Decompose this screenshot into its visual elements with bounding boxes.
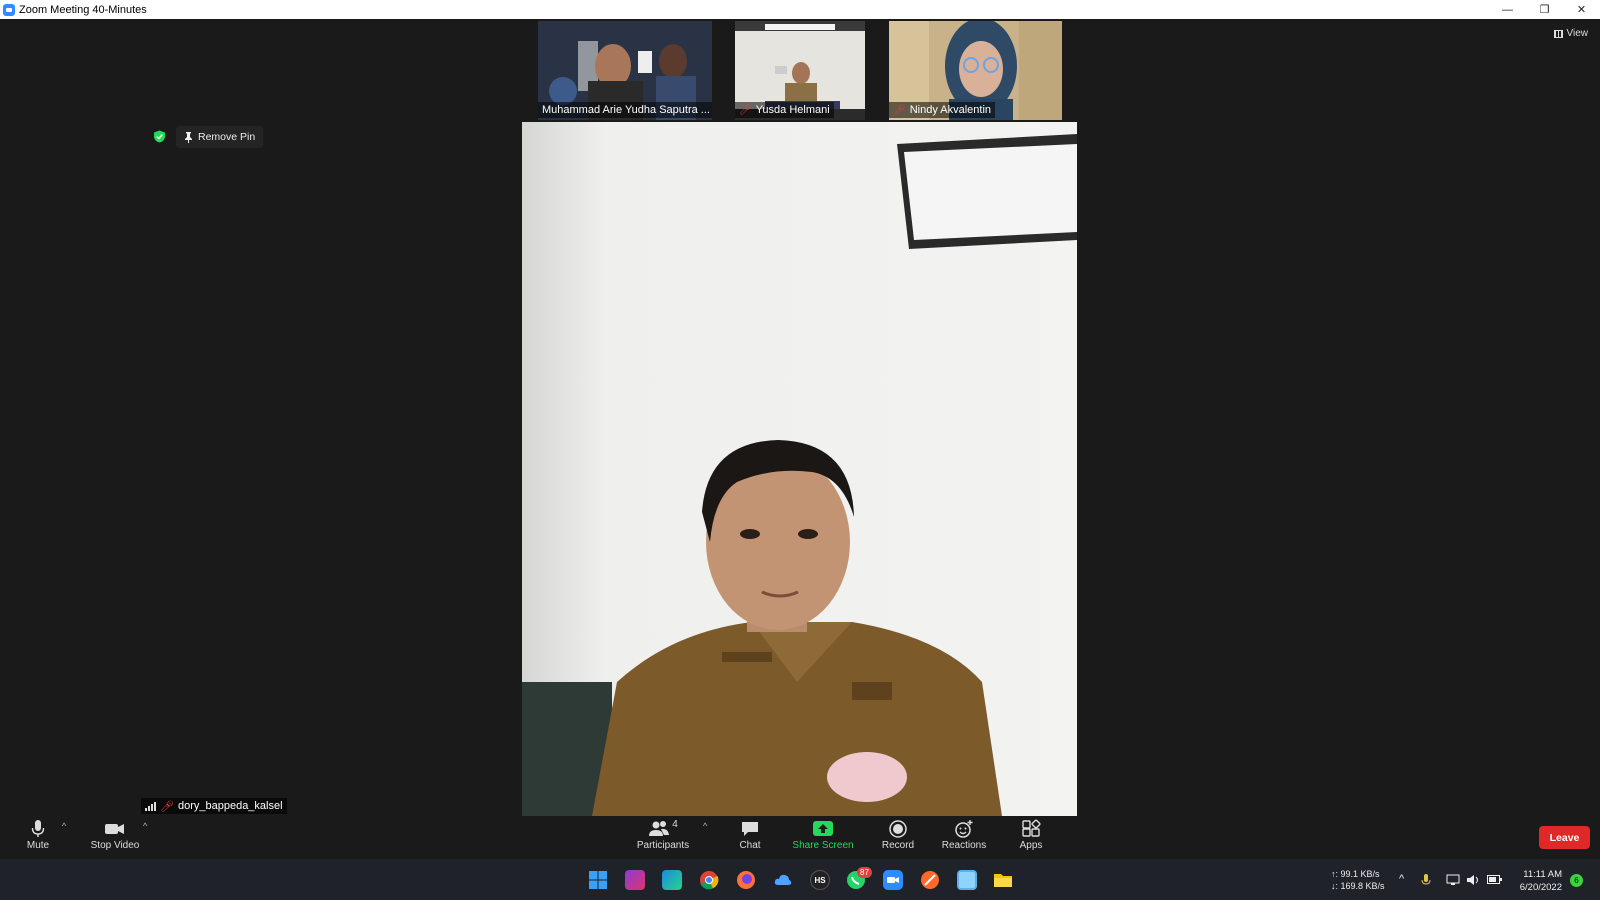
restore-button[interactable]: ❐	[1526, 0, 1563, 19]
whatsapp-badge: 87	[857, 867, 872, 878]
zoom-app-icon	[3, 3, 15, 16]
image-viewer-icon[interactable]	[957, 870, 977, 890]
remove-pin-label: Remove Pin	[198, 131, 256, 143]
participant-name-label: 🎤︎ Nindy Akvalentin	[889, 102, 996, 118]
mute-label: Mute	[26, 840, 50, 851]
self-view-label: 🎤︎ dory_bappeda_kalsel	[141, 798, 287, 814]
share-screen-icon	[813, 821, 833, 836]
mic-muted-icon: 🎤︎	[739, 104, 752, 116]
grid-icon	[1553, 29, 1563, 38]
participants-count: 4	[672, 819, 678, 830]
windows-taskbar: HS 87 ↑: 99.1 KB/s ↓: 169.8 KB/s ^ 11:11…	[0, 859, 1600, 900]
microphone-icon	[31, 820, 45, 837]
cloud-app-icon[interactable]	[773, 870, 793, 890]
participant-tile-3[interactable]: 🎤︎ Nindy Akvalentin	[889, 21, 1062, 120]
webstorm-icon[interactable]	[662, 870, 682, 890]
reactions-icon	[955, 820, 973, 838]
audio-options-caret[interactable]: ^	[62, 821, 66, 831]
stop-video-label: Stop Video	[90, 840, 140, 851]
notification-badge[interactable]: 6	[1570, 874, 1583, 887]
firefox-icon[interactable]	[736, 870, 756, 890]
record-label: Record	[881, 840, 915, 851]
participant-name-label: 🎤︎ Yusda Helmani	[735, 102, 834, 118]
zoom-icon[interactable]	[883, 870, 903, 890]
share-screen-button[interactable]: Share Screen	[788, 819, 858, 851]
self-name: dory_bappeda_kalsel	[177, 800, 283, 812]
record-icon	[889, 820, 907, 838]
file-explorer-icon[interactable]	[993, 870, 1013, 890]
apps-button[interactable]: Apps	[996, 819, 1066, 851]
meeting-toolbar: Mute ^ Stop Video ^ 4 Participants ^ Cha…	[0, 817, 1600, 859]
participant-name: Yusda Helmani	[755, 104, 830, 116]
phpstorm-icon[interactable]	[625, 870, 645, 890]
arc-app-icon[interactable]	[920, 870, 940, 890]
video-camera-icon	[105, 824, 124, 834]
apps-icon	[1022, 819, 1041, 837]
chat-icon	[742, 822, 758, 836]
share-screen-label: Share Screen	[792, 840, 854, 851]
stop-video-button[interactable]: Stop Video	[80, 819, 150, 851]
participant-tile-2[interactable]: 🎤︎ Yusda Helmani	[735, 21, 865, 120]
close-button[interactable]: ✕	[1563, 0, 1600, 19]
participant-name: Muhammad Arie Yudha Saputra ...	[542, 104, 710, 116]
network-speed: ↑: 99.1 KB/s ↓: 169.8 KB/s	[1331, 868, 1385, 892]
participant-name: Nindy Akvalentin	[909, 104, 992, 116]
pinned-video[interactable]	[522, 122, 1077, 816]
apps-label: Apps	[1019, 840, 1043, 851]
pin-icon	[185, 131, 192, 143]
system-clock[interactable]: 11:11 AM 6/20/2022	[1514, 868, 1562, 894]
network-icon[interactable]	[1446, 874, 1460, 886]
clock-date: 6/20/2022	[1519, 882, 1562, 893]
minimize-button[interactable]: —	[1489, 0, 1526, 19]
participants-icon	[649, 821, 670, 836]
mic-muted-icon: 🎤︎	[160, 800, 174, 813]
windows-start-icon[interactable]	[588, 870, 608, 890]
chrome-icon[interactable]	[699, 870, 719, 890]
pinned-video-feed	[522, 122, 1077, 816]
video-options-caret[interactable]: ^	[143, 821, 147, 831]
participants-button[interactable]: 4 Participants	[628, 819, 698, 851]
clock-time: 11:11 AM	[1523, 869, 1562, 880]
net-upload: ↑: 99.1 KB/s	[1331, 869, 1380, 879]
tray-microphone-icon[interactable]	[1421, 874, 1431, 887]
leave-button[interactable]: Leave	[1539, 826, 1590, 849]
participant-name-label: Muhammad Arie Yudha Saputra ...	[538, 102, 712, 118]
participant-tile-1[interactable]: Muhammad Arie Yudha Saputra ...	[538, 21, 712, 120]
window-controls: — ❐ ✕	[1489, 0, 1600, 19]
reactions-label: Reactions	[941, 840, 987, 851]
window-title: Zoom Meeting 40-Minutes	[19, 3, 147, 16]
chat-label: Chat	[739, 840, 761, 851]
chat-button[interactable]: Chat	[715, 819, 785, 851]
participants-label: Participants	[636, 840, 690, 851]
meeting-stage: Muhammad Arie Yudha Saputra ... 🎤︎ Yusda…	[0, 19, 1600, 817]
view-label: View	[1566, 28, 1589, 39]
reactions-button[interactable]: Reactions	[929, 819, 999, 851]
tray-chevron-icon[interactable]: ^	[1399, 873, 1404, 885]
participants-options-caret[interactable]: ^	[703, 821, 707, 831]
volume-icon[interactable]	[1466, 874, 1480, 886]
signal-strength-icon	[145, 801, 156, 811]
view-button[interactable]: View	[1553, 28, 1589, 39]
record-button[interactable]: Record	[863, 819, 933, 851]
window-titlebar: Zoom Meeting 40-Minutes — ❐ ✕	[0, 0, 1600, 19]
hs-app-icon[interactable]: HS	[810, 870, 830, 890]
battery-icon[interactable]	[1487, 875, 1502, 884]
mic-muted-icon: 🎤︎	[893, 104, 906, 116]
shield-check-icon[interactable]	[153, 130, 166, 143]
remove-pin-button[interactable]: Remove Pin	[176, 126, 264, 148]
net-download: ↓: 169.8 KB/s	[1331, 881, 1385, 891]
